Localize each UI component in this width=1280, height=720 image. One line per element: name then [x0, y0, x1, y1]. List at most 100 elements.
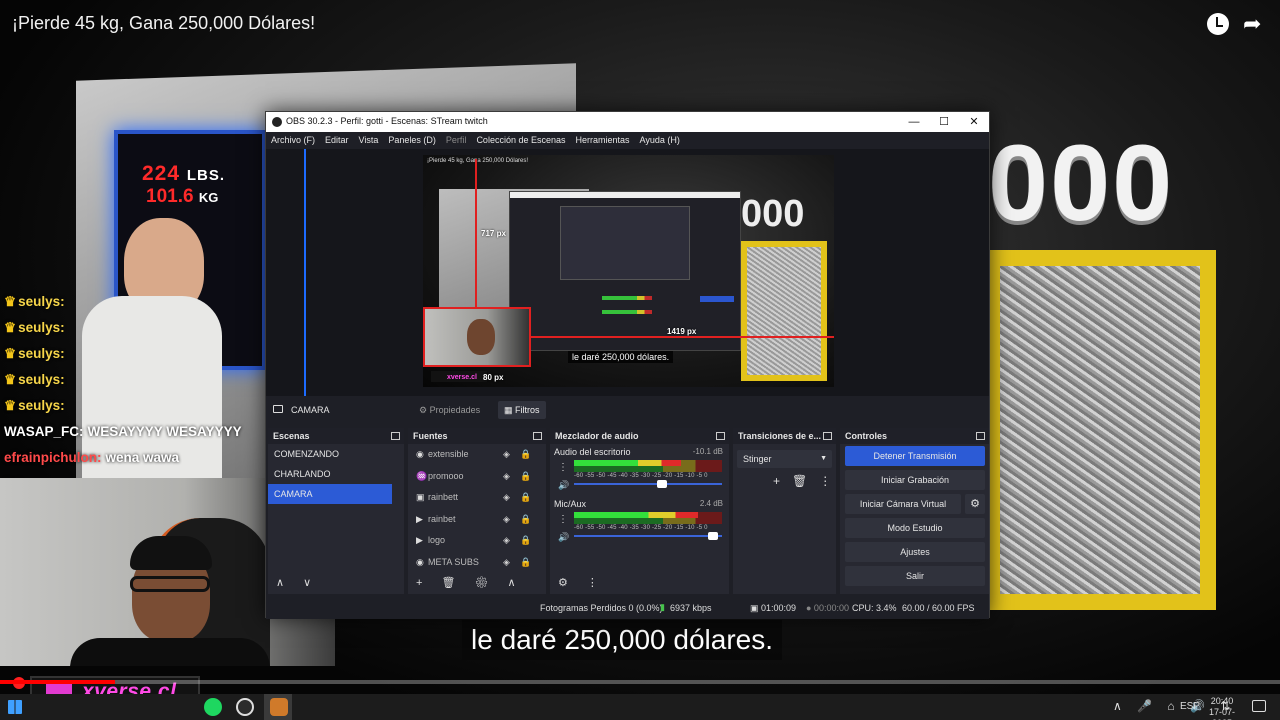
- menu-vista[interactable]: Vista: [354, 132, 384, 149]
- preview-nested-titlebar: [510, 192, 740, 198]
- undock-icon[interactable]: [716, 432, 725, 440]
- menu-herramientas[interactable]: Herramientas: [571, 132, 635, 149]
- preview-brand-badge: xverse.cl: [431, 371, 487, 382]
- preview-nested-meter: [602, 296, 652, 300]
- channel-menu-icon[interactable]: ⋮: [558, 514, 568, 525]
- spotify-icon[interactable]: [204, 698, 222, 716]
- volume-slider-knob[interactable]: [657, 480, 668, 488]
- filters-button[interactable]: ▦ Filtros: [498, 401, 546, 419]
- visibility-eye-icon[interactable]: ◈: [503, 552, 510, 574]
- scene-item-comenzando[interactable]: COMENZANDO: [268, 444, 392, 464]
- source-type-icon: ◉: [416, 556, 424, 567]
- video-title[interactable]: ¡Pierde 45 kg, Gana 250,000 Dólares!: [12, 13, 315, 34]
- scene-item-camara[interactable]: CAMARA: [268, 484, 392, 504]
- bitrate: ▮ 6937 kbps: [660, 602, 712, 613]
- obs-taskbar-icon[interactable]: [236, 698, 254, 716]
- source-item[interactable]: ◉ META SUBS ◈ 🔒: [408, 552, 546, 574]
- lock-icon[interactable]: 🔒: [520, 466, 531, 488]
- stop-streaming-button[interactable]: Detener Transmisión: [845, 446, 985, 466]
- settings-button[interactable]: Ajustes: [845, 542, 985, 562]
- lock-icon[interactable]: 🔒: [520, 509, 531, 531]
- lock-icon[interactable]: 🔒: [520, 444, 531, 466]
- visibility-eye-icon[interactable]: ◈: [503, 530, 510, 552]
- start-recording-button[interactable]: Iniciar Grabación: [845, 470, 985, 490]
- obs-titlebar[interactable]: OBS 30.2.3 - Perfil: gotti - Escenas: ST…: [266, 112, 989, 132]
- delete-transition-button[interactable]: 🗑: [792, 474, 807, 488]
- windows-start-icon[interactable]: [8, 700, 22, 714]
- maximize-button[interactable]: ☐: [929, 114, 959, 130]
- add-transition-button[interactable]: +: [773, 474, 780, 488]
- record-time: ● 00:00:00: [806, 603, 849, 613]
- undock-icon[interactable]: [976, 432, 985, 440]
- undock-icon[interactable]: [823, 432, 832, 440]
- share-icon[interactable]: ➦: [1243, 11, 1261, 37]
- preview-webcam-face: [467, 319, 495, 355]
- obs-menubar: Archivo (F) Editar Vista Paneles (D) Per…: [266, 132, 989, 149]
- visibility-eye-icon[interactable]: ◈: [503, 466, 510, 488]
- menu-ayuda[interactable]: Ayuda (H): [635, 132, 685, 149]
- visibility-eye-icon[interactable]: ◈: [503, 509, 510, 531]
- menu-editar[interactable]: Editar: [320, 132, 354, 149]
- properties-button[interactable]: ⚙ Propiedades: [413, 401, 486, 419]
- exit-button[interactable]: Salir: [845, 566, 985, 586]
- volume-slider[interactable]: [574, 532, 722, 540]
- preview-nested-button: [700, 296, 734, 302]
- sources-dock-toolbar[interactable]: + 🗑 ⚙ ∧ ∨: [408, 572, 546, 611]
- channel-menu-icon[interactable]: ⋮: [558, 462, 568, 473]
- input-language[interactable]: ESP: [1180, 701, 1200, 712]
- chat-username: seulys:: [18, 372, 65, 387]
- volume-slider[interactable]: [574, 480, 722, 488]
- preview-video-title: ¡Pierde 45 kg, Gana 250,000 Dólares!: [427, 158, 529, 164]
- transition-select[interactable]: Stinger ▼: [737, 450, 832, 468]
- source-name: META SUBS: [428, 556, 479, 567]
- preview-snap-guide-horizontal: [531, 336, 834, 338]
- studio-mode-button[interactable]: Modo Estudio: [845, 518, 985, 538]
- notification-icon[interactable]: [1252, 700, 1266, 712]
- source-item[interactable]: ◉ extensible ◈ 🔒: [408, 444, 546, 466]
- visibility-eye-icon[interactable]: ◈: [503, 487, 510, 509]
- audio-mixer-dock-header: Mezclador de audio: [550, 428, 729, 444]
- fps-readout: 60.00 / 60.00 FPS: [902, 603, 975, 613]
- undock-icon[interactable]: [391, 432, 400, 440]
- visibility-eye-icon[interactable]: ◈: [503, 444, 510, 466]
- source-item[interactable]: ▣ rainbett ◈ 🔒: [408, 487, 546, 509]
- preview-webcam-source[interactable]: [423, 307, 531, 367]
- source-item[interactable]: ♒promooo ◈ 🔒: [408, 466, 546, 488]
- preview-money-box: [741, 241, 827, 381]
- chat-message: ♛ seulys:: [4, 341, 264, 367]
- lock-icon[interactable]: 🔒: [520, 552, 531, 574]
- scenes-dock-toolbar[interactable]: ∧ ∨: [268, 572, 404, 594]
- source-item[interactable]: ▶ rainbet ◈ 🔒: [408, 509, 546, 531]
- chat-message: ♛ seulys:: [4, 315, 264, 341]
- video-progress-bar[interactable]: [0, 680, 1280, 684]
- crown-icon: ♛: [4, 372, 17, 387]
- start-virtual-camera-button[interactable]: Iniciar Cámara Virtual: [845, 494, 961, 514]
- speaker-icon[interactable]: 🔊: [558, 532, 569, 543]
- gear-icon[interactable]: ⚙: [965, 494, 985, 514]
- obs-preview-canvas[interactable]: ¡Pierde 45 kg, Gana 250,000 Dólares! 000…: [423, 155, 834, 387]
- menu-paneles[interactable]: Paneles (D): [383, 132, 441, 149]
- lock-icon[interactable]: 🔒: [520, 487, 531, 509]
- close-button[interactable]: ✕: [959, 114, 989, 130]
- scene-item-charlando[interactable]: CHARLANDO: [268, 464, 392, 484]
- speaker-icon[interactable]: 🔊: [558, 480, 569, 491]
- source-name: logo: [428, 535, 446, 545]
- menu-perfil[interactable]: Perfil: [441, 132, 472, 149]
- volume-slider-knob[interactable]: [707, 532, 718, 540]
- menu-coleccion-escenas[interactable]: Colección de Escenas: [471, 132, 570, 149]
- chat-username: WASAP_FC:: [4, 424, 84, 439]
- minimize-button[interactable]: —: [899, 114, 929, 130]
- signal-icon: ▮: [660, 602, 665, 612]
- transition-menu-button[interactable]: ⋮: [819, 474, 831, 488]
- lock-icon[interactable]: 🔒: [520, 530, 531, 552]
- menu-archivo[interactable]: Archivo (F): [266, 132, 320, 149]
- obs-status-bar: Fotogramas Perdidos 0 (0.0%) ▮ 6937 kbps …: [266, 597, 989, 619]
- controls-dock: Controles Detener Transmisión Iniciar Gr…: [840, 428, 989, 594]
- audio-mixer-toolbar[interactable]: ⚙ ⋮: [550, 572, 729, 594]
- watch-later-icon[interactable]: [1207, 13, 1229, 35]
- source-name: promooo: [428, 470, 464, 481]
- source-item[interactable]: ▶ logo ◈ 🔒: [408, 530, 546, 552]
- undock-icon[interactable]: [533, 432, 542, 440]
- clock[interactable]: 20:4017-07-2025: [1202, 696, 1242, 720]
- app-taskbar-icon[interactable]: [270, 698, 288, 716]
